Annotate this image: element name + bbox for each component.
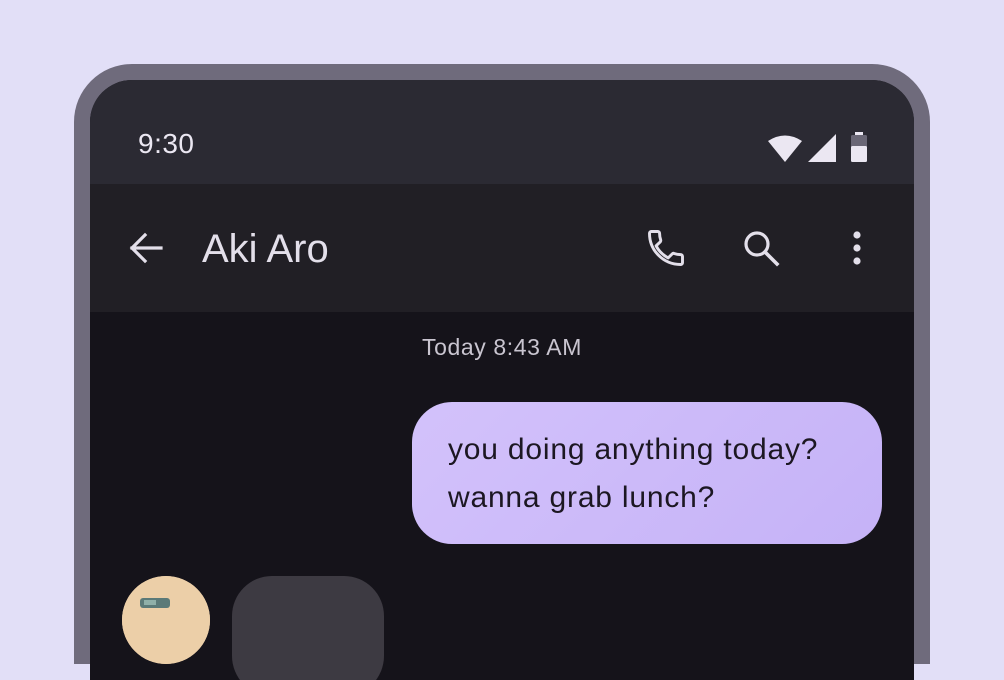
message-line: you doing anything today? — [448, 433, 819, 466]
arrow-back-icon — [128, 230, 164, 266]
more-vert-icon — [851, 230, 863, 266]
incoming-message-bubble[interactable] — [232, 576, 384, 680]
back-button[interactable] — [118, 220, 174, 276]
battery-icon — [850, 132, 868, 162]
contact-avatar[interactable] — [122, 576, 210, 664]
status-time: 9:30 — [138, 128, 195, 159]
cellular-signal-icon — [808, 134, 836, 162]
device-frame: 9:30 Aki Aro Today 8:43 AM you doing any… — [74, 64, 930, 680]
call-button[interactable] — [638, 220, 694, 276]
message-line: wanna grab lunch? — [448, 481, 716, 514]
more-options-button[interactable] — [829, 220, 885, 276]
search-button[interactable] — [733, 220, 789, 276]
outgoing-message-bubble[interactable]: you doing anything today? wanna grab lun… — [412, 402, 882, 544]
top-app-bar: Aki Aro — [90, 184, 914, 312]
status-bar: 9:30 — [90, 80, 914, 184]
search-icon — [741, 228, 781, 268]
phone-screen: 9:30 Aki Aro Today 8:43 AM you doing any… — [90, 80, 914, 680]
contact-name: Aki Aro — [202, 227, 329, 271]
wifi-icon — [768, 134, 802, 162]
status-icons — [768, 132, 868, 162]
conversation-timestamp: Today 8:43 AM — [422, 334, 582, 360]
phone-icon — [644, 226, 688, 270]
